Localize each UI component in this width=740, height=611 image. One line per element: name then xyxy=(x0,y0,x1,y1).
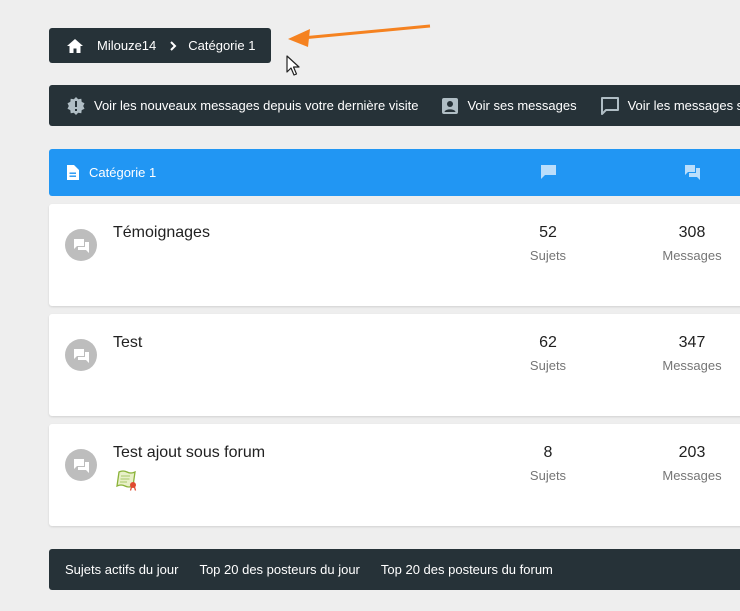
forum-row: Témoignages 52 Sujets 308 Messages xyxy=(49,204,740,306)
chat-bubble-outline-icon xyxy=(600,96,620,115)
footer-link-top20-day[interactable]: Top 20 des posteurs du jour xyxy=(199,562,359,577)
chevron-right-icon xyxy=(169,40,177,51)
messages-label: Messages xyxy=(662,358,722,373)
user-card-icon xyxy=(441,97,459,115)
nav-unanswered-messages[interactable]: Voir les messages s xyxy=(600,96,740,115)
nav-unanswered-messages-label: Voir les messages s xyxy=(627,98,740,113)
topics-count: 8 xyxy=(543,444,553,461)
nav-new-messages-label: Voir les nouveaux messages depuis votre … xyxy=(94,98,419,113)
forum-title-link[interactable]: Témoignages xyxy=(113,224,210,242)
chat-bubble-icon xyxy=(541,165,556,182)
messages-label: Messages xyxy=(662,468,722,483)
forum-bubbles-icon xyxy=(685,165,700,183)
home-icon[interactable] xyxy=(66,38,84,54)
category-title: Catégorie 1 xyxy=(89,165,157,180)
forum-status-icon xyxy=(65,339,97,371)
breadcrumb: Milouze14 Catégorie 1 xyxy=(49,28,272,63)
messages-count: 347 xyxy=(678,334,706,351)
messages-label: Messages xyxy=(662,248,722,263)
messages-count: 308 xyxy=(678,224,706,241)
nav-new-messages[interactable]: Voir les nouveaux messages depuis votre … xyxy=(66,96,418,116)
forum-row: Test ajout sous forum 8 Sujets 203 Messa… xyxy=(49,424,740,526)
footer-link-top20-forum[interactable]: Top 20 des posteurs du forum xyxy=(381,562,553,577)
action-navbar: Voir les nouveaux messages depuis votre … xyxy=(49,85,740,126)
category-title-wrap[interactable]: Catégorie 1 xyxy=(66,149,156,196)
breadcrumb-home-link[interactable]: Milouze14 xyxy=(97,38,156,53)
mouse-cursor-icon xyxy=(286,55,300,76)
topics-label: Sujets xyxy=(529,468,567,483)
forum-topics-stat: 52 Sujets xyxy=(503,224,593,263)
forum-messages-stat: 308 Messages xyxy=(647,224,737,263)
breadcrumb-current[interactable]: Catégorie 1 xyxy=(188,38,255,53)
annotation-arrow-icon xyxy=(288,24,431,47)
topics-label: Sujets xyxy=(529,358,567,373)
forum-row: Test 62 Sujets 347 Messages xyxy=(49,314,740,416)
forum-status-icon xyxy=(65,449,97,481)
forum-topics-stat: 8 Sujets xyxy=(503,444,593,483)
forum-messages-stat: 203 Messages xyxy=(647,444,737,483)
messages-count: 203 xyxy=(678,444,706,461)
category-header: Catégorie 1 xyxy=(49,149,740,196)
footer-link-active-topics[interactable]: Sujets actifs du jour xyxy=(65,562,178,577)
forum-topics-stat: 62 Sujets xyxy=(503,334,593,373)
new-messages-badge-icon xyxy=(66,96,86,116)
topics-label: Sujets xyxy=(529,248,567,263)
nav-my-messages[interactable]: Voir ses messages xyxy=(441,97,577,115)
forum-messages-stat: 347 Messages xyxy=(647,334,737,373)
document-icon xyxy=(66,165,79,180)
forum-status-icon xyxy=(65,229,97,261)
topics-count: 52 xyxy=(539,224,557,241)
nav-my-messages-label: Voir ses messages xyxy=(467,98,577,113)
forum-title-link[interactable]: Test xyxy=(113,334,142,352)
footer-links-bar: Sujets actifs du jour Top 20 des posteur… xyxy=(49,549,740,590)
forum-title-link[interactable]: Test ajout sous forum xyxy=(113,444,265,462)
subforum-scroll-icon[interactable] xyxy=(115,469,139,496)
topics-count: 62 xyxy=(539,334,557,351)
